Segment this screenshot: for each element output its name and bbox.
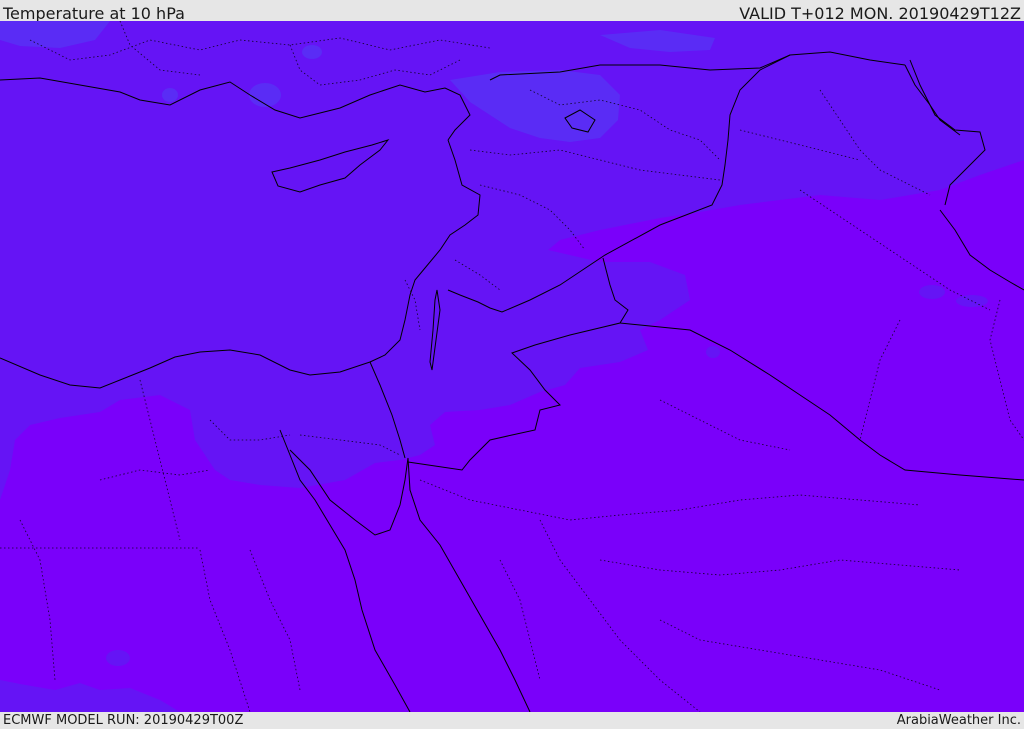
credit-label: ArabiaWeather Inc.	[896, 713, 1021, 728]
map-page: Temperature at 10 hPa VALID T+012 MON. 2…	[0, 0, 1024, 729]
temperature-band-cool	[919, 285, 945, 299]
temperature-band-cool	[106, 650, 130, 666]
footer-bar: ECMWF MODEL RUN: 20190429T00Z ArabiaWeat…	[0, 712, 1024, 729]
model-run-label: ECMWF MODEL RUN: 20190429T00Z	[3, 713, 244, 728]
header-bar: Temperature at 10 hPa VALID T+012 MON. 2…	[0, 0, 1024, 23]
temperature-band-cool	[162, 88, 178, 102]
temperature-band-cool	[706, 346, 720, 358]
temperature-band-cool	[302, 45, 322, 59]
temperature-band-cool	[249, 83, 281, 107]
map-view[interactable]	[0, 21, 1024, 712]
map-canvas	[0, 21, 1024, 712]
